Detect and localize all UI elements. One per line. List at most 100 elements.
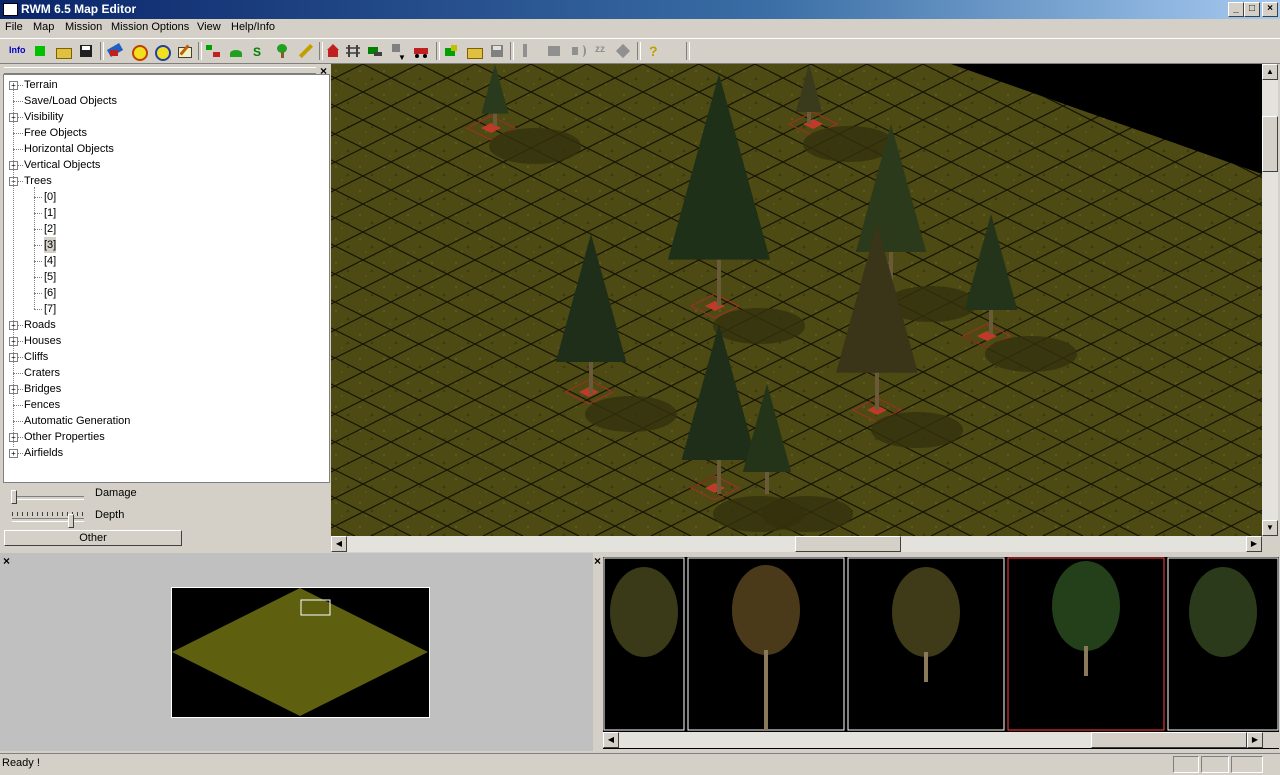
terrain-brush-icon[interactable] [106, 42, 124, 60]
align-objects-icon[interactable] [204, 42, 222, 60]
signal-icon[interactable]: S [250, 42, 268, 60]
tree-preview-strip[interactable] [603, 557, 1279, 749]
tree-item-tree-variant[interactable]: [4] [44, 253, 56, 269]
preview-scroll-thumb[interactable] [1091, 732, 1247, 748]
bridge-icon[interactable] [366, 42, 384, 60]
tree-item-visibility[interactable]: Visibility [24, 109, 64, 125]
tree-item-automatic-generation[interactable]: Automatic Generation [24, 413, 130, 429]
tree-shadow [761, 496, 853, 532]
tree-trunk-line [13, 83, 14, 447]
place-object-icon[interactable] [227, 42, 245, 60]
damage-label: Damage [95, 487, 137, 499]
window-title: RWM 6.5 Map Editor [21, 2, 137, 16]
tree-item-bridges[interactable]: Bridges [24, 381, 61, 397]
damage-slider-track[interactable] [12, 496, 84, 500]
info-icon[interactable]: Info [8, 42, 26, 60]
panel-splitter[interactable] [593, 553, 603, 751]
tree-item-tree-variant[interactable]: [5] [44, 269, 56, 285]
new-map-icon[interactable] [31, 42, 49, 60]
preview-close[interactable]: × [594, 554, 601, 568]
tree-item-terrain[interactable]: Terrain [24, 77, 58, 93]
scroll-down-button[interactable]: ▼ [1262, 520, 1278, 536]
expand-icon[interactable]: + [9, 449, 18, 458]
tree-connector [13, 101, 23, 102]
move-icon[interactable] [545, 42, 563, 60]
tree-item-free-objects[interactable]: Free Objects [24, 125, 87, 141]
tree-item-other-properties[interactable]: Other Properties [24, 429, 105, 445]
pencil-icon[interactable] [296, 42, 314, 60]
tree-item-cliffs[interactable]: Cliffs [24, 349, 48, 365]
tree-item-fences[interactable]: Fences [24, 397, 60, 413]
tree-item-houses[interactable]: Houses [24, 333, 61, 349]
menu-view[interactable]: View [197, 21, 221, 33]
tree-item-airfields[interactable]: Airfields [24, 445, 63, 461]
toolbar: Info S ▼ zz ? [0, 38, 1280, 64]
scroll-left-button[interactable]: ◀ [331, 536, 347, 552]
tree-tool-icon[interactable] [273, 42, 291, 60]
flower-icon[interactable] [129, 42, 148, 61]
scroll-up-button[interactable]: ▲ [1262, 64, 1278, 80]
horizontal-scroll-thumb[interactable] [795, 536, 901, 552]
load-icon[interactable] [465, 42, 483, 60]
save-icon[interactable] [77, 42, 95, 60]
toolbar-separator [100, 42, 104, 60]
panel-grip[interactable] [4, 67, 316, 74]
add-unit-icon[interactable] [442, 42, 460, 60]
tree-item-horizontal-objects[interactable]: Horizontal Objects [24, 141, 114, 157]
tree-connector [34, 245, 42, 246]
map-vertical-scrollbar[interactable]: ▲ ▼ [1262, 64, 1278, 536]
menu-mission-options[interactable]: Mission Options [111, 21, 189, 33]
tree-item-roads[interactable]: Roads [24, 317, 56, 333]
menu-help-info[interactable]: Help/Info [231, 21, 275, 33]
damage-slider-thumb[interactable] [11, 490, 17, 504]
close-button[interactable]: × [1262, 2, 1278, 17]
tree-item-tree-variant[interactable]: [7] [44, 301, 56, 317]
tree-item-craters[interactable]: Craters [24, 365, 60, 381]
minimap[interactable] [171, 587, 430, 718]
depth-slider-thumb[interactable] [68, 514, 75, 528]
minimap-close[interactable]: × [3, 554, 10, 568]
tree-item-save-load-objects[interactable]: Save/Load Objects [24, 93, 117, 109]
scroll-corner [1263, 732, 1279, 748]
tree-preview-crown [1052, 561, 1120, 651]
tree-item-tree-variant[interactable]: [0] [44, 189, 56, 205]
menu-mission[interactable]: Mission [65, 21, 102, 33]
help-icon[interactable]: ? [644, 42, 662, 60]
fence-icon[interactable] [344, 42, 362, 60]
minimize-button[interactable]: _ [1228, 2, 1244, 17]
maximize-button[interactable]: □ [1244, 2, 1260, 17]
sound-icon[interactable] [569, 42, 587, 60]
vertical-scroll-thumb[interactable] [1262, 116, 1278, 172]
flower-icon-2[interactable] [152, 42, 171, 61]
map-view[interactable] [331, 64, 1262, 536]
edit-icon[interactable] [175, 42, 193, 60]
other-button[interactable]: Other [4, 530, 182, 546]
pin-icon[interactable] [516, 42, 534, 60]
menu-map[interactable]: Map [33, 21, 54, 33]
preview-horizontal-scrollbar[interactable]: ◀ ▶ [603, 732, 1263, 748]
tree-connector [13, 421, 23, 422]
preview-scroll-right[interactable]: ▶ [1247, 732, 1263, 748]
tree-item-tree-variant[interactable]: [2] [44, 221, 56, 237]
tree-connector [34, 213, 42, 214]
tree-connector [34, 229, 42, 230]
scroll-right-button[interactable]: ▶ [1246, 536, 1262, 552]
map-canvas[interactable] [331, 64, 1262, 536]
preview-scroll-left[interactable]: ◀ [603, 732, 619, 748]
tree-item-tree-variant[interactable]: [3] [44, 237, 57, 253]
disk-icon[interactable] [488, 42, 506, 60]
vehicle-icon[interactable] [412, 42, 430, 60]
tree-item-tree-variant[interactable]: [1] [44, 205, 56, 221]
diamond-icon[interactable] [614, 42, 632, 60]
menu-file[interactable]: File [5, 21, 23, 33]
dropdown-tool-icon[interactable]: ▼ [389, 42, 407, 62]
tree-preview-trunk [924, 652, 928, 682]
status-pane-3 [1231, 756, 1263, 773]
house-icon[interactable] [324, 42, 342, 60]
map-horizontal-scrollbar[interactable]: ◀ ▶ [331, 536, 1262, 552]
open-folder-icon[interactable] [54, 42, 72, 60]
zzz-icon[interactable]: zz [592, 42, 610, 60]
tree-item-trees[interactable]: Trees [24, 173, 52, 189]
tree-item-vertical-objects[interactable]: Vertical Objects [24, 157, 100, 173]
tree-item-tree-variant[interactable]: [6] [44, 285, 56, 301]
